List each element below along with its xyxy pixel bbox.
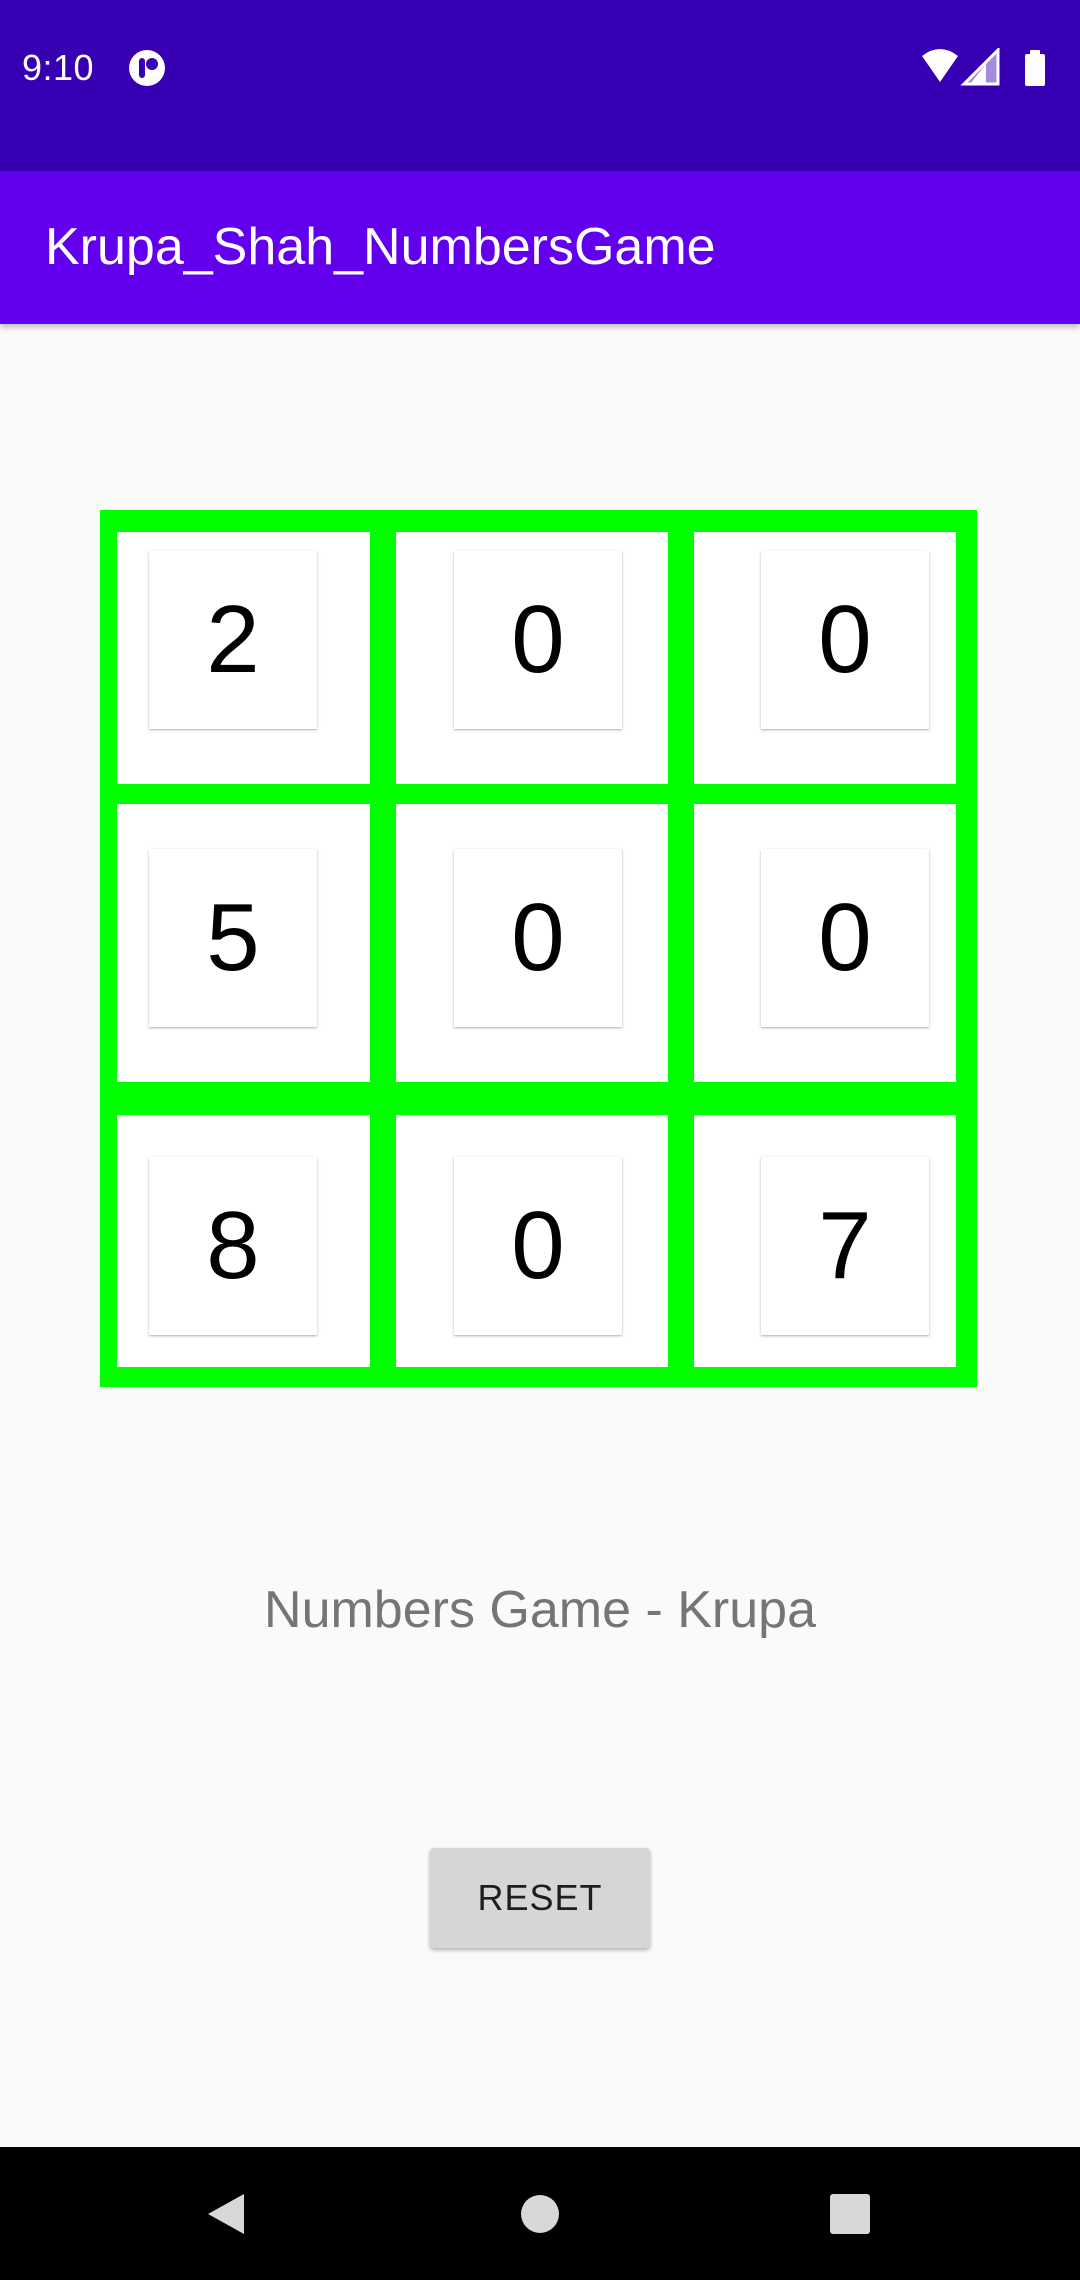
grid-cell: 0 [694, 532, 956, 784]
reset-button[interactable]: RESET [430, 1848, 650, 1948]
grid-cell: 0 [396, 1115, 668, 1367]
game-caption: Numbers Game - Krupa [264, 1581, 816, 1639]
grid-cell: 7 [694, 1115, 956, 1367]
number-grid: 2 0 0 5 0 0 8 0 7 [100, 510, 977, 1387]
number-tile[interactable]: 7 [761, 1157, 929, 1335]
number-tile[interactable]: 8 [149, 1157, 317, 1335]
recents-button[interactable] [770, 2147, 930, 2280]
grid-cell: 0 [694, 804, 956, 1082]
home-icon [521, 2194, 559, 2233]
cellular-signal-icon [960, 48, 1000, 86]
back-icon [208, 2193, 244, 2234]
number-tile[interactable]: 0 [454, 1157, 622, 1335]
number-tile[interactable]: 5 [149, 849, 317, 1027]
number-tile[interactable]: 0 [761, 849, 929, 1027]
number-tile[interactable]: 0 [454, 551, 622, 729]
status-bar: 9:10 [0, 0, 1080, 171]
status-icons [920, 48, 1060, 88]
home-button[interactable] [460, 2147, 620, 2280]
wifi-icon [922, 49, 958, 82]
back-button[interactable] [146, 2147, 306, 2280]
app-title: Krupa_Shah_NumbersGame [45, 218, 716, 276]
navigation-bar [0, 2147, 1080, 2280]
recents-icon [830, 2193, 870, 2234]
grid-cell: 2 [117, 532, 370, 784]
grid-cell: 8 [117, 1115, 370, 1367]
grid-cell: 0 [396, 532, 668, 784]
number-tile[interactable]: 0 [454, 849, 622, 1027]
grid-cell: 0 [396, 804, 668, 1082]
app-bar: Krupa_Shah_NumbersGame [0, 171, 1080, 324]
app-notification-icon [129, 50, 165, 86]
number-tile[interactable]: 0 [761, 551, 929, 729]
status-time: 9:10 [22, 47, 95, 88]
grid-cell: 5 [117, 804, 370, 1082]
battery-icon [1025, 50, 1045, 86]
number-tile[interactable]: 2 [149, 551, 317, 729]
